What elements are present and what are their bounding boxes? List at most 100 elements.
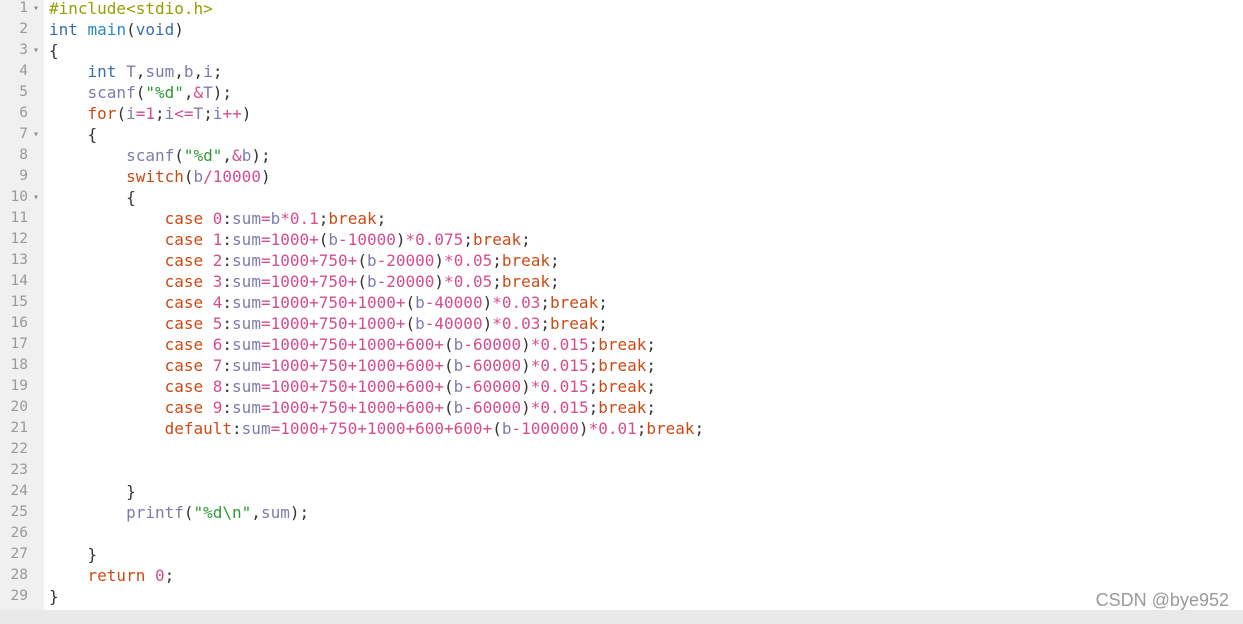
code-token: sum [145, 62, 175, 81]
code-line[interactable]: 27 } [0, 544, 1243, 565]
code-token: ) [482, 293, 493, 312]
code-token: ( [444, 356, 454, 375]
triangle-down-icon[interactable]: ▾ [33, 187, 39, 208]
code-token: 2 [212, 251, 223, 270]
code-token: case [164, 251, 204, 270]
code-token: <= [174, 104, 194, 123]
code-line[interactable]: 19 case 8:sum=1000+750+1000+600+(b-60000… [0, 376, 1243, 397]
code-token: ; [521, 230, 531, 249]
code-line[interactable]: 13 case 2:sum=1000+750+(b-20000)*0.05;br… [0, 250, 1243, 271]
line-number: 17 [10, 336, 28, 352]
code-token: return [87, 566, 146, 585]
code-token: ( [405, 293, 416, 312]
code-line[interactable]: 16 case 5:sum=1000+750+1000+(b-40000)*0.… [0, 313, 1243, 334]
code-token: ); [212, 83, 233, 102]
code-line[interactable]: 22 [0, 439, 1243, 460]
code-line[interactable]: 23 [0, 460, 1243, 481]
code-line[interactable]: 21 default:sum=1000+750+1000+600+600+(b-… [0, 418, 1243, 439]
code-token: sum [241, 419, 271, 438]
code-token: ); [289, 503, 310, 522]
code-line[interactable]: 14 case 3:sum=1000+750+(b-20000)*0.05;br… [0, 271, 1243, 292]
code-line[interactable]: 11 case 0:sum=b*0.1;break; [0, 208, 1243, 229]
code-token: 750 [318, 314, 348, 333]
horizontal-scrollbar[interactable] [0, 610, 1243, 624]
code-token: ; [540, 314, 551, 333]
code-token: , [251, 503, 261, 522]
code-token: 9 [212, 398, 223, 417]
code-token: 600 [405, 356, 435, 375]
code-token: - [463, 356, 473, 375]
code-token: T [193, 104, 204, 123]
code-token: + [347, 398, 358, 417]
code-line[interactable]: 29} [0, 586, 1243, 607]
code-token: : [222, 209, 233, 228]
code-token: 750 [318, 398, 348, 417]
code-token: - [463, 398, 473, 417]
code-line[interactable]: 15 case 4:sum=1000+750+1000+(b-40000)*0.… [0, 292, 1243, 313]
line-number: 6 [19, 105, 28, 121]
code-token: ; [588, 398, 599, 417]
code-token: break [501, 251, 551, 270]
code-token: ; [598, 293, 608, 312]
code-token: int [87, 62, 117, 81]
code-line[interactable]: 28 return 0; [0, 565, 1243, 586]
code-token: break [598, 335, 647, 354]
code-line[interactable]: 7 ▾ { [0, 124, 1243, 145]
code-line[interactable]: 8 scanf("%d",&b); [0, 145, 1243, 166]
code-line[interactable]: 17 case 6:sum=1000+750+1000+600+(b-60000… [0, 334, 1243, 355]
code-line[interactable]: 18 case 7:sum=1000+750+1000+600+(b-60000… [0, 355, 1243, 376]
code-token: + [318, 419, 329, 438]
code-token: ; [463, 230, 473, 249]
code-token: + [309, 314, 319, 333]
code-line[interactable]: 24 } [0, 481, 1243, 502]
code-line[interactable]: 25 printf("%d\n",sum); [0, 502, 1243, 523]
code-token: ( [444, 377, 454, 396]
code-line[interactable]: 10 ▾ { [0, 187, 1243, 208]
code-line[interactable]: 2 int main(void) [0, 19, 1243, 40]
code-line[interactable]: 1 ▾ #include<stdio.h> [0, 0, 1243, 19]
code-token: * [405, 230, 416, 249]
code-line[interactable]: 4 int T,sum,b,i; [0, 61, 1243, 82]
triangle-down-icon[interactable]: ▾ [33, 124, 39, 145]
code-line[interactable]: 20 case 9:sum=1000+750+1000+600+(b-60000… [0, 397, 1243, 418]
code-token: ( [357, 272, 367, 291]
code-line[interactable]: 26 [0, 523, 1243, 544]
code-token: + [347, 293, 358, 312]
code-line[interactable]: 9 switch(b/10000) [0, 166, 1243, 187]
code-token: 1000 [366, 419, 406, 438]
code-token: ; [588, 335, 599, 354]
code-token: ; [646, 356, 657, 375]
code-token: 1000 [270, 272, 310, 291]
code-token: - [424, 293, 435, 312]
code-token: ) [521, 398, 531, 417]
triangle-down-icon[interactable]: ▾ [33, 40, 39, 61]
code-token: "%d" [183, 146, 223, 165]
code-token: , [222, 146, 233, 165]
triangle-down-icon[interactable]: ▾ [33, 0, 39, 19]
code-token: = [260, 272, 271, 291]
code-line[interactable]: 5 scanf("%d",&T); [0, 82, 1243, 103]
code-token: case [164, 209, 204, 228]
code-line[interactable]: 6 for(i=1;i<=T;i++) [0, 103, 1243, 124]
code-token: = [260, 314, 271, 333]
code-token: + [309, 272, 319, 291]
code-token: : [232, 419, 242, 438]
code-token: ; [540, 293, 551, 312]
code-token: + [309, 230, 319, 249]
line-number: 20 [10, 399, 28, 415]
code-editor[interactable]: 1 ▾ #include<stdio.h> 2 int main(void) 3 ▾{4 i… [0, 0, 1243, 610]
code-token: ; [492, 272, 502, 291]
code-line[interactable]: 3 ▾ { [0, 40, 1243, 61]
line-number: 26 [10, 525, 28, 541]
code-token: , [193, 62, 204, 81]
code-line[interactable]: 12 case 1:sum=1000+(b-10000)*0.075;break… [0, 229, 1243, 250]
